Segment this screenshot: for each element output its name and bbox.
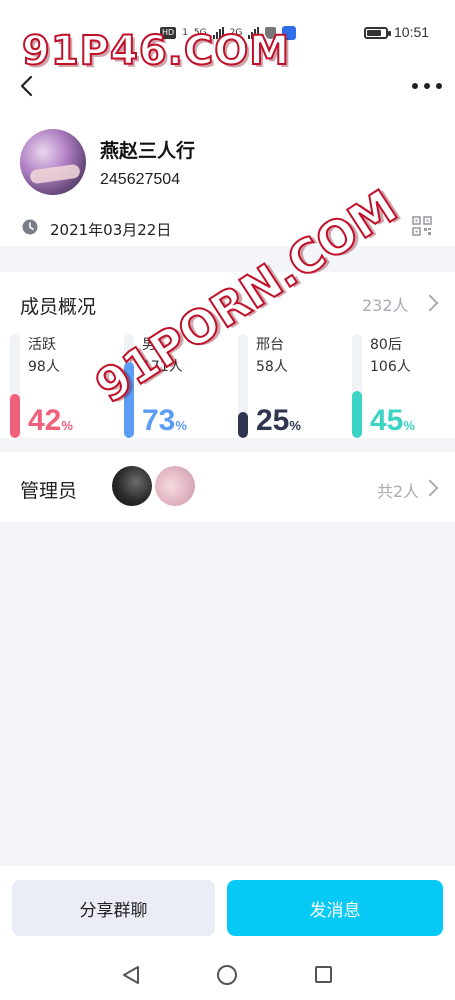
stat-percent-value: 73 (142, 404, 176, 437)
more-dot (424, 83, 430, 89)
shield-icon (265, 27, 277, 39)
created-date: 2021年03月22日 (50, 221, 172, 239)
stat-age-group: 80后 106人 45% (352, 334, 455, 442)
stat-bar-track (10, 334, 20, 438)
hd-indicator: HD (160, 27, 177, 39)
more-button[interactable] (412, 78, 442, 94)
percent-sign: % (403, 418, 415, 433)
more-dot (436, 83, 442, 89)
member-total-count[interactable]: 232人 (362, 292, 409, 316)
signal-5g-label: 5G (193, 28, 207, 38)
nav-recent-icon[interactable] (315, 966, 332, 983)
stat-percent: 25% (256, 404, 301, 438)
status-time: 10:51 (394, 24, 430, 40)
admin-avatar[interactable] (155, 466, 195, 506)
nav-home-icon[interactable] (217, 965, 237, 985)
chevron-left-icon (20, 75, 33, 97)
members-overview-title: 成员概况 (20, 296, 97, 318)
stat-label: 80后 (370, 337, 402, 353)
signal-icon-2 (248, 27, 260, 39)
send-message-button[interactable]: 发消息 (227, 880, 443, 936)
percent-sign: % (289, 418, 301, 433)
stat-bar-fill (10, 394, 20, 438)
stat-location: 邢台 58人 25% (238, 334, 343, 442)
stat-label: 邢台 (256, 337, 284, 353)
stat-percent-value: 45 (370, 404, 404, 437)
stat-male: 男 171人 73% (124, 334, 229, 442)
nav-back-icon[interactable] (121, 965, 141, 985)
qr-code-icon[interactable] (412, 216, 432, 236)
stat-active: 活跃 98人 42% (10, 334, 115, 442)
back-button[interactable] (16, 74, 40, 98)
stat-count: 98人 (28, 359, 60, 375)
group-name: 燕赵三人行 (100, 140, 196, 162)
stat-percent: 45% (370, 404, 415, 438)
stat-bar-fill (124, 362, 134, 438)
battery-icon (364, 27, 391, 39)
stat-percent-value: 25 (256, 404, 290, 437)
stat-label: 男 (142, 337, 156, 353)
admins-title: 管理员 (20, 480, 78, 502)
percent-sign: % (175, 418, 187, 433)
admin-count[interactable]: 共2人 (377, 478, 419, 502)
share-group-button[interactable]: 分享群聊 (12, 880, 215, 936)
stat-bar-track (352, 334, 362, 438)
stat-count: 171人 (142, 359, 183, 375)
group-id: 245627504 (100, 171, 181, 188)
stat-percent-value: 42 (28, 404, 62, 437)
signal-icon (212, 27, 224, 39)
clock-icon (22, 219, 38, 235)
stat-count: 106人 (370, 359, 411, 375)
stat-count: 58人 (256, 359, 288, 375)
percent-sign: % (61, 418, 73, 433)
stat-bar-fill (352, 391, 362, 438)
admin-avatar[interactable] (112, 466, 152, 506)
group-avatar[interactable] (20, 129, 86, 195)
stat-bar-fill (238, 412, 248, 438)
stat-percent: 73% (142, 404, 187, 438)
stat-bar-track (124, 334, 134, 438)
app-notification-icon (282, 26, 297, 40)
stat-label: 活跃 (28, 337, 56, 353)
status-bar: HD 1 5G 2G 10:51 (0, 0, 455, 66)
stat-percent: 42% (28, 404, 73, 438)
signal-2g-label: 2G (229, 28, 243, 38)
more-dots-icon (412, 83, 418, 89)
sim-indicator: 1 (182, 28, 188, 38)
status-indicators: HD 1 5G 2G (160, 26, 297, 40)
stat-bar-track (238, 334, 248, 438)
